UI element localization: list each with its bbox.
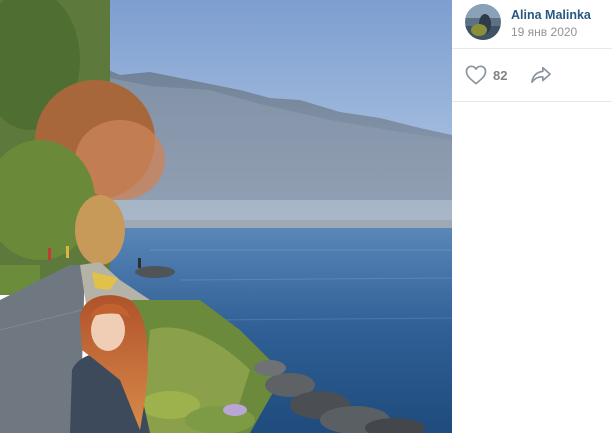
post-date[interactable]: 19 янв 2020 bbox=[511, 25, 577, 39]
lake-mountain-photo bbox=[0, 0, 452, 433]
share-button[interactable] bbox=[530, 65, 552, 90]
like-count: 82 bbox=[493, 67, 508, 83]
avatar-photo-icon bbox=[465, 4, 501, 40]
post-photo[interactable] bbox=[0, 0, 452, 433]
author-avatar[interactable] bbox=[465, 4, 501, 40]
like-button[interactable]: 82 bbox=[465, 64, 507, 86]
share-arrow-icon bbox=[531, 66, 551, 84]
post-side-panel: Alina Malinka 19 янв 2020 82 bbox=[452, 0, 612, 433]
post-header: Alina Malinka 19 янв 2020 bbox=[452, 0, 612, 49]
author-name-link[interactable]: Alina Malinka bbox=[511, 8, 591, 22]
post-actions: 82 bbox=[452, 49, 612, 102]
heart-outline-icon bbox=[465, 65, 487, 85]
